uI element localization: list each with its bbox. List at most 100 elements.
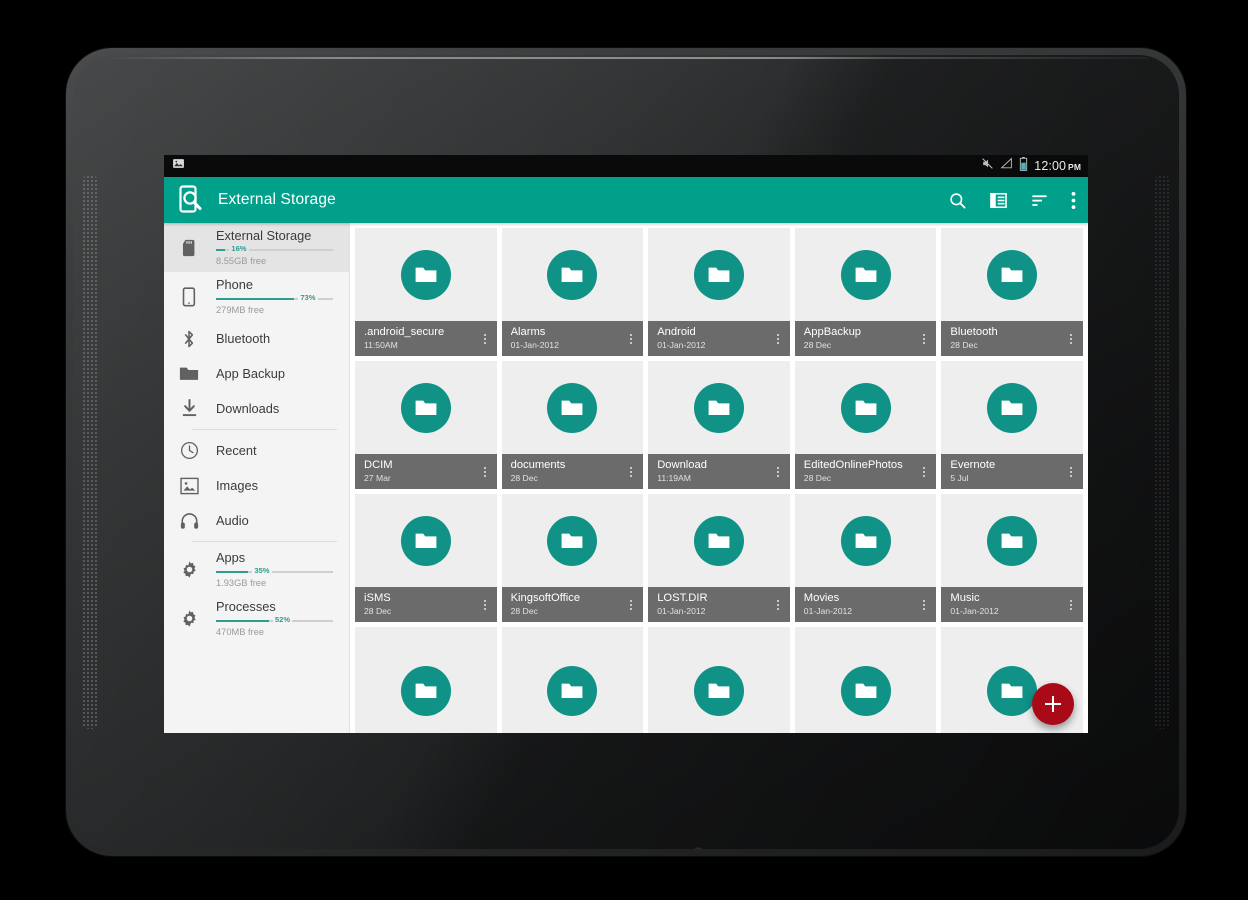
sidebar-navigation: External Storage 16% 8.55GB free Phone 73% 27… (164, 223, 350, 733)
bluetooth-icon (178, 329, 200, 349)
sidebar-item-body: App Backup (216, 366, 337, 381)
file-tile[interactable]: DCIM 27 Mar (355, 361, 497, 489)
file-tile[interactable]: EditedOnlinePhotos 28 Dec (794, 361, 937, 489)
gear-icon (178, 609, 200, 628)
signal-icon (1000, 157, 1013, 175)
overflow-menu-icon[interactable] (917, 599, 931, 610)
sidebar-item-label: Audio (216, 513, 249, 528)
file-tile-name: DCIM (364, 459, 393, 471)
image-icon (178, 477, 200, 495)
file-tile[interactable]: KingsoftOffice 28 Dec (501, 494, 644, 622)
sidebar-item-app-backup[interactable]: App Backup (164, 356, 349, 391)
file-tile[interactable] (648, 627, 790, 733)
search-icon[interactable] (948, 191, 967, 210)
folder-icon (693, 515, 744, 566)
overflow-menu-icon[interactable] (1064, 599, 1078, 610)
file-grid: .android_secure 11:50AM Alarms 01-Jan-2012… (350, 223, 1088, 733)
phone-search-logo-icon[interactable] (178, 185, 205, 215)
file-tile-meta: KingsoftOffice 28 Dec (511, 592, 625, 617)
file-tile-meta: LOST.DIR 01-Jan-2012 (657, 592, 771, 617)
app-bar: External Storage (164, 177, 1088, 223)
file-tile[interactable]: Music 01-Jan-2012 (941, 494, 1083, 622)
file-tile-date: 5 Jul (950, 473, 969, 483)
folder-icon (693, 382, 744, 433)
file-tile-thumbnail (648, 627, 790, 733)
mute-icon (981, 157, 994, 175)
file-tile-name: EditedOnlinePhotos (803, 459, 903, 471)
storage-meter-percent: 73% (298, 293, 318, 302)
overflow-menu-icon[interactable] (624, 333, 638, 344)
file-tile[interactable]: Android 01-Jan-2012 (648, 228, 790, 356)
file-tile-name: KingsoftOffice (510, 592, 581, 604)
overflow-menu-icon[interactable] (624, 466, 638, 477)
storage-meter-percent: 35% (252, 566, 272, 575)
sidebar-item-recent[interactable]: Recent (164, 433, 349, 468)
file-tile-date: 01-Jan-2012 (657, 340, 706, 350)
view-list-icon[interactable] (989, 191, 1008, 210)
file-tile-name: AppBackup (803, 326, 862, 338)
overflow-menu-icon[interactable] (771, 599, 785, 610)
sidebar-item-phone[interactable]: Phone 73% 279MB free (164, 272, 349, 321)
file-tile-thumbnail (502, 228, 644, 321)
file-tile[interactable]: Evernote 5 Jul (941, 361, 1083, 489)
folder-icon (547, 382, 598, 433)
overflow-menu-icon[interactable] (478, 599, 492, 610)
file-tile-date: 28 Dec (950, 340, 978, 350)
battery-icon (1019, 156, 1028, 176)
sidebar-item-images[interactable]: Images (164, 468, 349, 503)
file-tile[interactable] (501, 627, 644, 733)
clock-ampm: PM (1068, 162, 1081, 172)
folder-icon (693, 249, 744, 300)
sidebar-item-apps[interactable]: Apps 35% 1.93GB free (164, 545, 349, 594)
file-tile[interactable] (794, 627, 937, 733)
sidebar-item-label: Phone (216, 277, 254, 292)
file-tile[interactable]: .android_secure 11:50AM (355, 228, 497, 356)
sidebar-item-audio[interactable]: Audio (164, 503, 349, 538)
file-tile[interactable]: LOST.DIR 01-Jan-2012 (648, 494, 790, 622)
sidebar-item-external-storage[interactable]: External Storage 16% 8.55GB free (164, 223, 349, 272)
file-tile[interactable]: Bluetooth 28 Dec (941, 228, 1083, 356)
file-tile[interactable]: Alarms 01-Jan-2012 (501, 228, 644, 356)
file-tile-label-bar: Alarms 01-Jan-2012 (501, 321, 644, 356)
file-tile[interactable]: Download 11:19AM (648, 361, 790, 489)
overflow-menu-icon[interactable] (478, 466, 492, 477)
sidebar-item-downloads[interactable]: Downloads (164, 391, 349, 426)
folder-icon (987, 666, 1038, 716)
overflow-menu-icon[interactable] (478, 333, 492, 344)
file-tile[interactable]: Movies 01-Jan-2012 (794, 494, 937, 622)
overflow-menu-icon[interactable] (917, 466, 931, 477)
overflow-menu-icon[interactable] (771, 333, 785, 344)
file-tile[interactable]: iSMS 28 Dec (355, 494, 497, 622)
file-grid-container[interactable]: .android_secure 11:50AM Alarms 01-Jan-2012… (350, 223, 1088, 733)
file-tile-thumbnail (795, 228, 937, 321)
sort-icon[interactable] (1030, 191, 1049, 210)
sidebar-item-label: App Backup (216, 366, 286, 381)
file-tile-meta: Android 01-Jan-2012 (657, 326, 771, 351)
add-button[interactable] (1032, 683, 1074, 725)
file-tile-date: 01-Jan-2012 (510, 340, 559, 350)
phone-icon (178, 286, 200, 307)
overflow-menu-icon[interactable] (1064, 333, 1078, 344)
folder-icon (400, 382, 451, 433)
sidebar-item-processes[interactable]: Processes 52% 470MB free (164, 594, 349, 643)
sidebar-item-free-space: 8.55GB free (216, 256, 267, 266)
file-tile-label-bar: Download 11:19AM (648, 454, 790, 489)
folder-icon (547, 249, 598, 300)
overflow-menu-icon[interactable] (771, 466, 785, 477)
file-tile[interactable]: documents 28 Dec (501, 361, 644, 489)
overflow-menu-icon[interactable] (1064, 466, 1078, 477)
overflow-menu-icon[interactable] (624, 599, 638, 610)
sidebar-divider (192, 541, 337, 542)
overflow-menu-icon[interactable] (917, 333, 931, 344)
file-tile-name: Download (657, 459, 707, 471)
main-content: External Storage 16% 8.55GB free Phone 73% 27… (164, 223, 1088, 733)
file-tile[interactable] (355, 627, 497, 733)
file-tile-thumbnail (941, 228, 1083, 321)
overflow-menu-icon[interactable] (1071, 191, 1076, 210)
sidebar-item-free-space: 1.93GB free (216, 578, 267, 588)
sidebar-item-bluetooth[interactable]: Bluetooth (164, 321, 349, 356)
file-tile-date: 01-Jan-2012 (950, 606, 999, 616)
storage-meter: 35% (216, 566, 337, 576)
file-tile[interactable]: AppBackup 28 Dec (794, 228, 937, 356)
file-tile-label-bar: Movies 01-Jan-2012 (794, 587, 937, 622)
